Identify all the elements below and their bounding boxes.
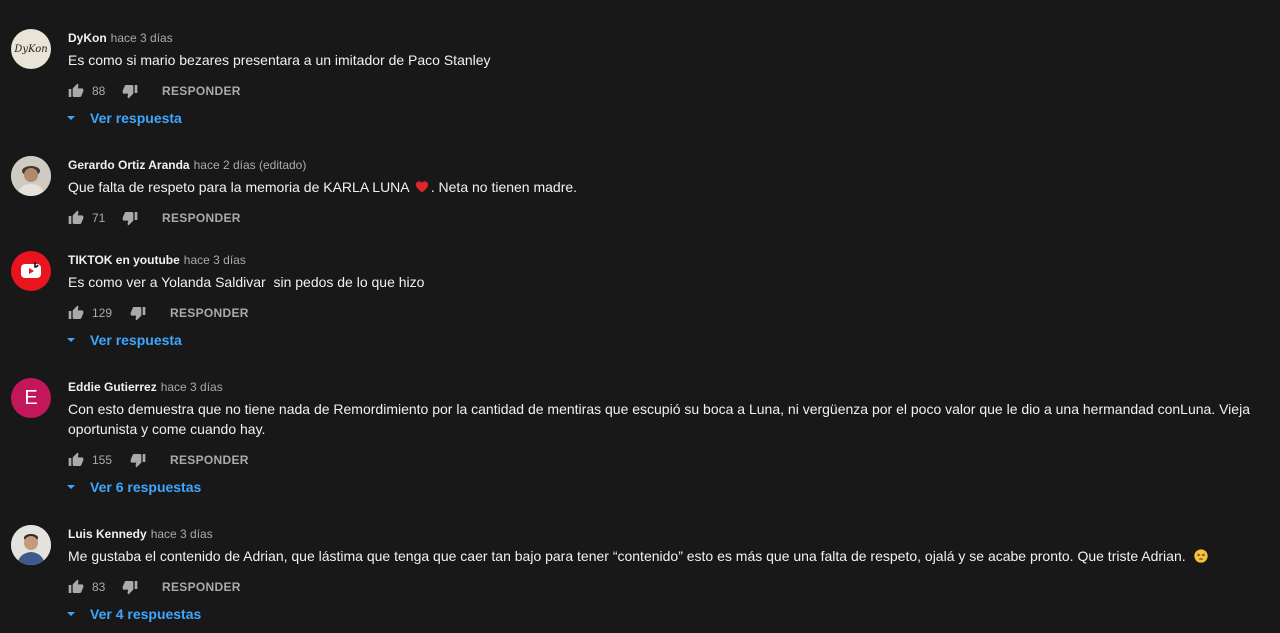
- comment-text: Es como ver a Yolanda Saldivar sin pedos…: [68, 274, 425, 290]
- comment-author[interactable]: TIKTOK en youtube: [68, 253, 180, 267]
- comment-actions: 71 RESPONDER: [68, 208, 241, 228]
- avatar[interactable]: [11, 156, 51, 196]
- comment-text-part: Me gustaba el contenido de Adrian, que l…: [68, 548, 1186, 564]
- like-count: 88: [92, 84, 106, 98]
- view-replies-button[interactable]: Ver respuesta: [66, 332, 182, 348]
- like-icon[interactable]: [68, 452, 84, 468]
- avatar-logo-text: DyKon: [14, 43, 48, 55]
- avatar-letter: E: [24, 386, 38, 409]
- chevron-down-icon: [66, 113, 76, 123]
- dislike-icon[interactable]: [122, 579, 138, 595]
- tired-face-emoji-icon: [1193, 549, 1208, 563]
- comment-time[interactable]: hace 3 días: [184, 253, 246, 267]
- dislike-icon[interactable]: [130, 452, 146, 468]
- comment-header: Gerardo Ortiz Aranda hace 2 días (editado…: [68, 158, 306, 172]
- avatar[interactable]: E: [11, 378, 51, 418]
- comment-actions: 155 RESPONDER: [68, 450, 249, 470]
- dislike-icon[interactable]: [122, 210, 138, 226]
- comment-text-part: Que falta de respeto para la memoria de …: [68, 179, 409, 195]
- comment-text: Es como si mario bezares presentara a un…: [68, 52, 491, 68]
- like-count: 129: [92, 306, 113, 320]
- dislike-icon[interactable]: [122, 83, 138, 99]
- comment-time[interactable]: hace 3 días: [161, 380, 223, 394]
- comment-actions: 88 RESPONDER: [68, 81, 241, 101]
- chevron-down-icon: [66, 609, 76, 619]
- reply-button[interactable]: RESPONDER: [170, 453, 249, 467]
- comment-text-part: . Neta no tienen madre.: [430, 179, 578, 195]
- like-icon[interactable]: [68, 83, 84, 99]
- comment-author[interactable]: DyKon: [68, 31, 107, 45]
- comment-time[interactable]: hace 3 días: [111, 31, 173, 45]
- comment-actions: 83 RESPONDER: [68, 577, 241, 597]
- comment-author[interactable]: Gerardo Ortiz Aranda: [68, 158, 190, 172]
- comment-author[interactable]: Luis Kennedy: [68, 527, 147, 541]
- comment-header: Luis Kennedy hace 3 días: [68, 527, 213, 541]
- view-replies-button[interactable]: Ver 4 respuestas: [66, 606, 201, 622]
- avatar[interactable]: [11, 525, 51, 565]
- comment-text: Me gustaba el contenido de Adrian, que l…: [68, 546, 1258, 566]
- comment-time[interactable]: hace 3 días: [151, 527, 213, 541]
- comment-header: TIKTOK en youtube hace 3 días: [68, 253, 246, 267]
- comment-header: DyKon hace 3 días: [68, 31, 173, 45]
- view-replies-label: Ver 4 respuestas: [90, 606, 202, 622]
- user-photo-icon: [11, 156, 51, 196]
- reply-button[interactable]: RESPONDER: [162, 211, 241, 225]
- comment-header: Eddie Gutierrez hace 3 días: [68, 380, 223, 394]
- comment-actions: 129 RESPONDER: [68, 303, 249, 323]
- comment-text: Con esto demuestra que no tiene nada de …: [68, 401, 1250, 437]
- view-replies-button[interactable]: Ver 6 respuestas: [66, 479, 201, 495]
- view-replies-label: Ver respuesta: [90, 110, 182, 126]
- like-icon[interactable]: [68, 305, 84, 321]
- view-replies-label: Ver respuesta: [90, 332, 182, 348]
- chevron-down-icon: [66, 482, 76, 492]
- like-icon[interactable]: [68, 210, 84, 226]
- user-photo-icon: [11, 525, 51, 565]
- comment-author[interactable]: Eddie Gutierrez: [68, 380, 157, 394]
- tiktok-youtube-logo-icon: [21, 262, 41, 278]
- reply-button[interactable]: RESPONDER: [170, 306, 249, 320]
- reply-button[interactable]: RESPONDER: [162, 84, 241, 98]
- heart-emoji-icon: [415, 181, 428, 193]
- like-icon[interactable]: [68, 579, 84, 595]
- chevron-down-icon: [66, 335, 76, 345]
- like-count: 155: [92, 453, 113, 467]
- dislike-icon[interactable]: [130, 305, 146, 321]
- view-replies-label: Ver 6 respuestas: [90, 479, 202, 495]
- view-replies-button[interactable]: Ver respuesta: [66, 110, 182, 126]
- reply-button[interactable]: RESPONDER: [162, 580, 241, 594]
- like-count: 83: [92, 580, 106, 594]
- like-count: 71: [92, 211, 106, 225]
- comment-text: Que falta de respeto para la memoria de …: [68, 177, 1258, 197]
- avatar[interactable]: DyKon: [11, 29, 51, 69]
- avatar[interactable]: [11, 251, 51, 291]
- comment-time[interactable]: hace 2 días (editado): [194, 158, 307, 172]
